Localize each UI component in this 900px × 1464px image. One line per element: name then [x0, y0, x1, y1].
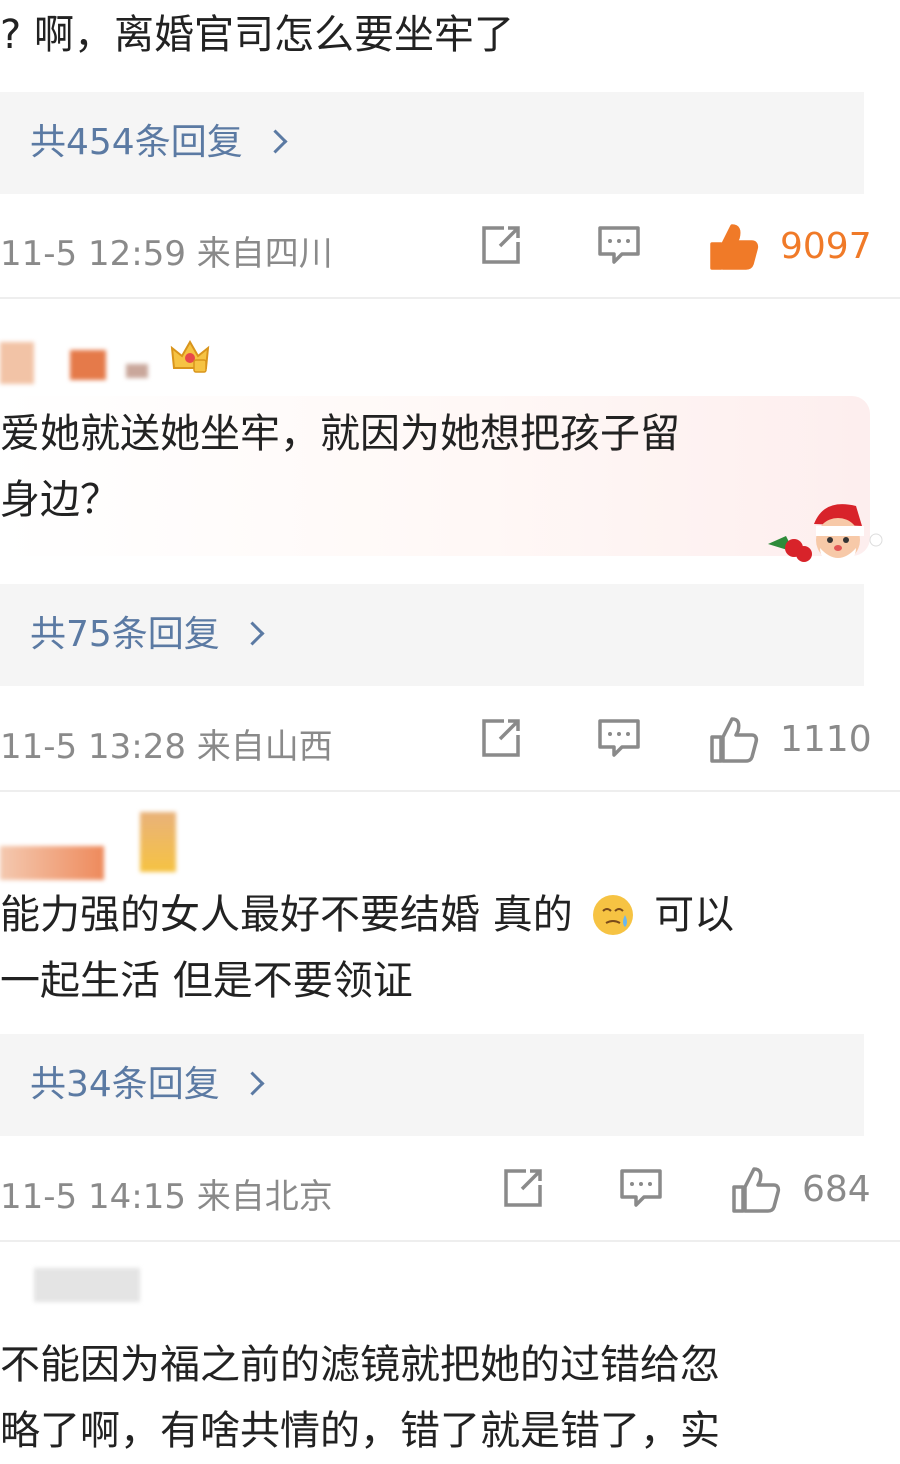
replies-box[interactable]: 共454条回复 — [0, 92, 864, 194]
share-icon[interactable] — [478, 715, 524, 765]
comment-icon[interactable] — [618, 1165, 664, 1215]
like-count: 1110 — [780, 719, 872, 760]
avatar — [0, 342, 34, 384]
comment-text: 身边？ — [0, 477, 120, 523]
comment-text: ? 啊，离婚官司怎么要坐牢了 — [0, 12, 514, 58]
replies-count-label: 共34条回复 — [30, 1064, 220, 1105]
avatar — [0, 846, 104, 880]
share-icon[interactable] — [478, 222, 524, 272]
divider — [0, 790, 900, 792]
replies-box[interactable]: 共75条回复 — [0, 584, 864, 686]
thumbs-up-icon[interactable] — [708, 222, 760, 276]
like-count: 9097 — [780, 226, 872, 267]
timestamp: 11-5 13:28 来自山西 — [0, 727, 333, 767]
username — [70, 350, 106, 380]
chevron-right-icon — [240, 1071, 265, 1096]
replies-count-label: 共454条回复 — [30, 122, 243, 163]
comment-text: 略了啊，有啥共情的，错了就是错了，实 — [0, 1408, 720, 1454]
chevron-right-icon — [240, 621, 265, 646]
crown-badge-icon — [170, 338, 210, 378]
username — [126, 364, 148, 378]
divider — [0, 1240, 900, 1242]
comment-meta-bar: 11-5 13:28 来自山西 1110 — [0, 713, 880, 769]
santa-sticker-icon — [764, 496, 884, 570]
sweat-face-emoji-icon — [591, 891, 635, 935]
comment-text: 爱她就送她坐牢，就因为她想把孩子留 — [0, 411, 680, 457]
username — [140, 812, 176, 872]
comment-icon[interactable] — [596, 715, 642, 765]
timestamp: 11-5 12:59 来自四川 — [0, 234, 333, 274]
divider — [0, 297, 900, 299]
thumbs-up-icon[interactable] — [730, 1165, 782, 1219]
location: 来自四川 — [196, 234, 333, 274]
chevron-right-icon — [263, 129, 288, 154]
comment-text: 能力强的女人最好不要结婚 真的 可以 — [0, 891, 735, 938]
location: 来自山西 — [196, 727, 333, 767]
replies-count-label: 共75条回复 — [30, 614, 220, 655]
username — [34, 1268, 140, 1302]
view-replies-link[interactable]: 共34条回复 — [30, 1062, 265, 1108]
comment-meta-bar: 11-5 12:59 来自四川 9097 — [0, 220, 880, 276]
share-icon[interactable] — [500, 1165, 546, 1215]
comment-text: 一起生活 但是不要领证 — [0, 958, 413, 1004]
location: 来自北京 — [196, 1177, 333, 1217]
timestamp: 11-5 14:15 来自北京 — [0, 1177, 333, 1217]
comment-text: 不能因为福之前的滤镜就把她的过错给忽 — [0, 1342, 720, 1388]
comment-icon[interactable] — [596, 222, 642, 272]
replies-box[interactable]: 共34条回复 — [0, 1034, 864, 1136]
view-replies-link[interactable]: 共75条回复 — [30, 612, 265, 658]
like-count: 684 — [802, 1169, 871, 1210]
thumbs-up-icon[interactable] — [708, 715, 760, 769]
comment-meta-bar: 11-5 14:15 来自北京 684 — [0, 1163, 880, 1219]
view-replies-link[interactable]: 共454条回复 — [30, 120, 288, 166]
